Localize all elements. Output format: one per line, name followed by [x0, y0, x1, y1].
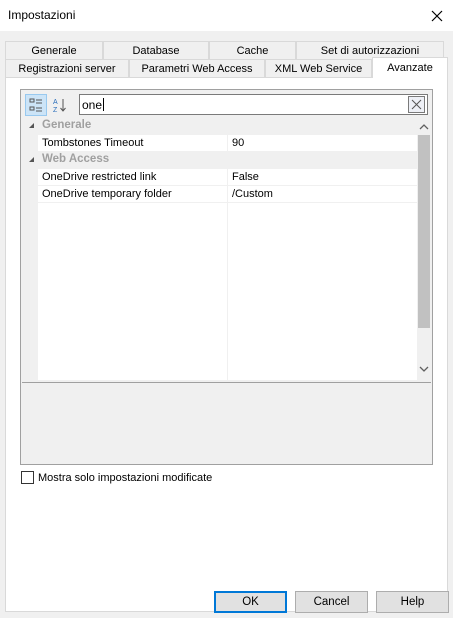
property-name: Tombstones Timeout — [42, 137, 144, 149]
show-modified-only-checkbox[interactable] — [21, 471, 34, 484]
search-input[interactable]: one — [79, 94, 428, 115]
alphabetical-sort-button[interactable]: A Z — [49, 94, 71, 116]
category-row-web-access[interactable]: Web Access — [22, 152, 417, 169]
tab-generale[interactable]: Generale — [5, 41, 103, 59]
tab-label: Parametri Web Access — [141, 62, 253, 75]
svg-text:Z: Z — [53, 107, 58, 113]
category-label: Web Access — [42, 153, 110, 165]
property-value[interactable]: 90 — [232, 137, 244, 149]
category-label: Generale — [42, 119, 92, 131]
tab-panel-avanzate: A Z one Generale Tombstones Timeout 90 W… — [5, 77, 448, 612]
property-list: Generale Tombstones Timeout 90 Web Acces… — [22, 118, 431, 380]
collapse-triangle-icon[interactable] — [27, 155, 37, 165]
tab-label: XML Web Service — [274, 62, 363, 75]
tab-label: Database — [132, 44, 180, 57]
collapse-triangle-icon[interactable] — [27, 121, 37, 131]
clear-search-icon — [411, 99, 422, 110]
property-row[interactable]: OneDrive temporary folder /Custom — [22, 186, 417, 203]
tab-label: Avanzate — [387, 62, 433, 74]
tab-database[interactable]: Database — [103, 41, 209, 59]
search-text: one — [82, 97, 103, 112]
tab-cache[interactable]: Cache — [209, 41, 296, 59]
property-row[interactable]: Tombstones Timeout 90 — [22, 135, 417, 152]
checkbox-label: Mostra solo impostazioni modificate — [38, 471, 213, 484]
tab-label: Cache — [236, 44, 269, 57]
property-value[interactable]: /Custom — [232, 188, 273, 200]
tab-parametri-web-access[interactable]: Parametri Web Access — [129, 59, 265, 77]
button-label: Help — [400, 596, 425, 608]
close-button[interactable] — [421, 0, 453, 31]
tab-registrazioni-server[interactable]: Registrazioni server — [5, 59, 129, 77]
ok-button[interactable]: OK — [214, 591, 287, 613]
category-row-generale[interactable]: Generale — [22, 118, 417, 135]
text-caret — [103, 98, 105, 111]
property-grid: A Z one Generale Tombstones Timeout 90 W… — [20, 89, 433, 465]
tab-label: Generale — [31, 44, 77, 57]
tab-label: Registrazioni server — [18, 62, 116, 75]
scroll-thumb[interactable] — [418, 135, 430, 328]
description-panel — [22, 382, 431, 462]
scroll-down-arrow-icon[interactable] — [419, 364, 429, 374]
property-value[interactable]: False — [232, 171, 259, 183]
categorized-view-icon — [29, 98, 42, 112]
tab-xml-web-service[interactable]: XML Web Service — [265, 59, 372, 77]
scroll-up-arrow-icon[interactable] — [419, 122, 429, 132]
categorized-view-button[interactable] — [25, 94, 47, 116]
window-title: Impostazioni — [8, 8, 76, 22]
svg-text:A: A — [53, 99, 58, 106]
dialog-body: Generale Database Cache Set di autorizza… — [0, 31, 453, 618]
vertical-scrollbar[interactable] — [417, 118, 431, 380]
clear-search-button[interactable] — [408, 96, 425, 113]
tab-avanzate[interactable]: Avanzate — [372, 57, 448, 78]
button-label: Cancel — [313, 596, 350, 608]
tab-label: Set di autorizzazioni — [320, 44, 420, 57]
show-modified-only-option[interactable]: Mostra solo impostazioni modificate — [21, 471, 212, 484]
cancel-button[interactable]: Cancel — [295, 591, 368, 613]
property-name: OneDrive restricted link — [42, 171, 157, 183]
button-label: OK — [242, 596, 259, 608]
sort-az-icon: A Z — [53, 99, 66, 113]
title-bar: Impostazioni — [0, 0, 453, 31]
close-icon — [431, 10, 443, 21]
property-name: OneDrive temporary folder — [42, 188, 172, 200]
help-button[interactable]: Help — [376, 591, 449, 613]
property-row[interactable]: OneDrive restricted link False — [22, 169, 417, 186]
